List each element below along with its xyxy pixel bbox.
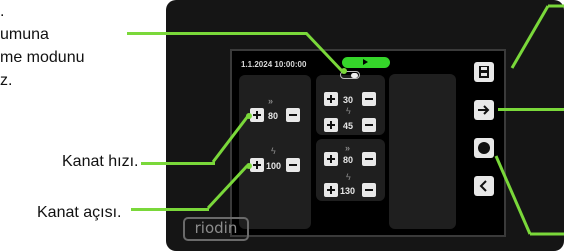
- group1-bottom-plus-button[interactable]: [324, 118, 338, 132]
- leader-line: [141, 162, 215, 165]
- leader-dot: [341, 68, 347, 74]
- play-icon: [363, 59, 368, 65]
- leader-line: [498, 108, 564, 111]
- callout-text-line-1: .: [0, 3, 5, 20]
- mode-toggle-knob: [351, 73, 358, 78]
- group2-top-plus-button[interactable]: [324, 152, 338, 166]
- speed-minus-button[interactable]: [286, 108, 300, 122]
- fan-angle-label: Kanat açısı.: [37, 204, 122, 221]
- leader-line: [131, 208, 209, 211]
- leader-dot: [246, 163, 252, 169]
- next-button[interactable]: [474, 100, 494, 120]
- fan-speed-label: Kanat hızı.: [62, 153, 139, 170]
- group1-top-minus-button[interactable]: [362, 92, 376, 106]
- arrow-right-icon: [478, 105, 490, 115]
- bolt-icon: ϟ: [346, 106, 351, 116]
- group2-bottom-value: 130: [340, 186, 356, 196]
- callout-text-line-4: z.: [0, 72, 13, 89]
- group1-bottom-minus-button[interactable]: [362, 118, 376, 132]
- speed-value: 80: [268, 111, 279, 121]
- bolt-icon: ϟ: [271, 146, 276, 156]
- leader-dot: [246, 113, 252, 119]
- chevrons-up-icon: »: [345, 143, 350, 153]
- right-empty-panel: [389, 74, 456, 229]
- leader-line: [510, 4, 564, 69]
- bolt-icon: ϟ: [346, 172, 351, 182]
- group1-top-plus-button[interactable]: [324, 92, 338, 106]
- group1-bottom-value: 45: [343, 121, 354, 131]
- chevrons-up-icon: »: [268, 96, 273, 106]
- datetime-readout: 1.1.2024 10:00:00: [241, 60, 307, 69]
- group1-top-value: 30: [343, 95, 354, 105]
- group2-top-minus-button[interactable]: [362, 152, 376, 166]
- callout-text-line-2: umuna: [0, 26, 49, 43]
- leader-line: [494, 155, 564, 236]
- brand-logo: riodin: [183, 217, 249, 241]
- angle-minus-button[interactable]: [286, 158, 300, 172]
- group2-top-value: 80: [343, 155, 354, 165]
- group2-bottom-plus-button[interactable]: [324, 183, 338, 197]
- group2-bottom-minus-button[interactable]: [362, 183, 376, 197]
- leader-line: [127, 32, 307, 35]
- angle-value: 100: [266, 161, 282, 171]
- callout-text-line-3: me modunu: [0, 49, 85, 66]
